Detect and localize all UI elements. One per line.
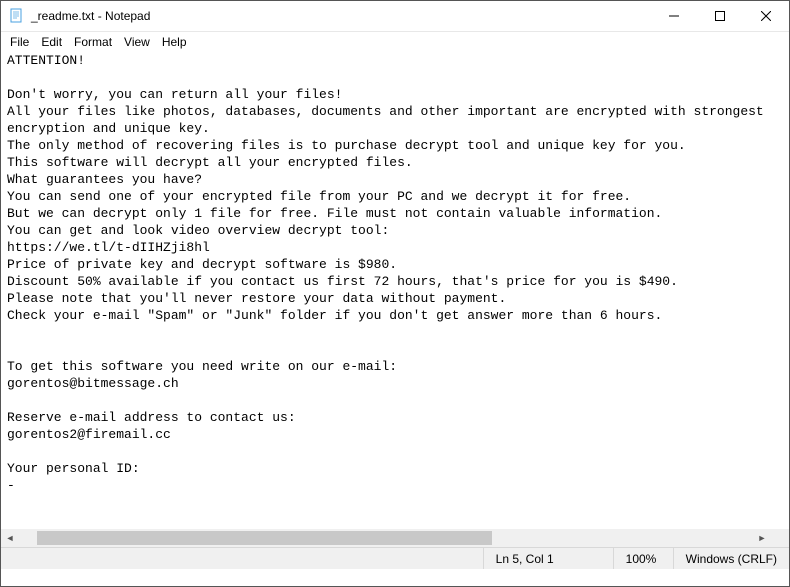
horizontal-scrollbar[interactable]: ◄ ► bbox=[1, 529, 771, 547]
text-content[interactable]: ATTENTION! Don't worry, you can return a… bbox=[1, 52, 789, 547]
scroll-thumb[interactable] bbox=[37, 531, 492, 545]
scroll-right-icon[interactable]: ► bbox=[753, 529, 771, 547]
close-button[interactable] bbox=[743, 1, 789, 31]
scroll-track[interactable] bbox=[19, 529, 753, 547]
status-zoom: 100% bbox=[613, 548, 673, 569]
content-area: ATTENTION! Don't worry, you can return a… bbox=[1, 52, 789, 547]
maximize-button[interactable] bbox=[697, 1, 743, 31]
titlebar: _readme.txt - Notepad bbox=[1, 1, 789, 32]
status-line-ending: Windows (CRLF) bbox=[673, 548, 789, 569]
window-controls bbox=[651, 1, 789, 31]
menu-file[interactable]: File bbox=[5, 34, 34, 50]
scroll-left-icon[interactable]: ◄ bbox=[1, 529, 19, 547]
window-title: _readme.txt - Notepad bbox=[31, 9, 150, 23]
menu-view[interactable]: View bbox=[119, 34, 155, 50]
minimize-button[interactable] bbox=[651, 1, 697, 31]
status-position: Ln 5, Col 1 bbox=[483, 548, 613, 569]
menu-help[interactable]: Help bbox=[157, 34, 192, 50]
notepad-icon bbox=[9, 8, 25, 24]
scrollbar-corner bbox=[771, 529, 789, 547]
titlebar-left: _readme.txt - Notepad bbox=[1, 8, 150, 24]
menu-edit[interactable]: Edit bbox=[36, 34, 67, 50]
menu-format[interactable]: Format bbox=[69, 34, 117, 50]
menubar: File Edit Format View Help bbox=[1, 32, 789, 52]
statusbar: Ln 5, Col 1 100% Windows (CRLF) bbox=[1, 547, 789, 569]
